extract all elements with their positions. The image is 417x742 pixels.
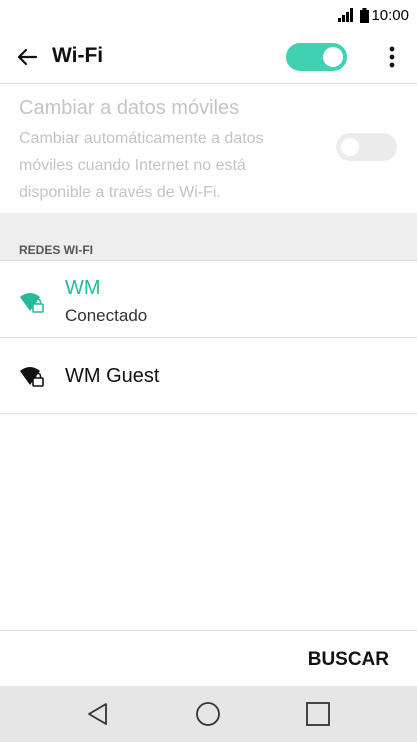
navigation-bar — [0, 686, 417, 742]
status-bar: 10:00 — [0, 0, 417, 30]
network-status: Conectado — [65, 306, 148, 325]
signal-icon — [338, 8, 354, 22]
nav-back-icon[interactable] — [84, 700, 112, 728]
toolbar: Wi-Fi — [0, 30, 417, 84]
network-item-wm-guest[interactable]: WM Guest — [0, 338, 417, 414]
wifi-toggle[interactable] — [286, 43, 347, 71]
bottom-action-bar: BUSCAR — [0, 630, 417, 686]
clock: 10:00 — [371, 6, 409, 24]
network-name: WM — [65, 277, 101, 299]
section-header: REDES WI-FI — [0, 213, 417, 261]
toggle-knob — [323, 47, 343, 67]
mobile-data-toggle[interactable] — [336, 133, 397, 161]
more-options-icon[interactable] — [380, 42, 404, 72]
mobile-data-description: Cambiar automáticamente a datos móviles … — [19, 130, 264, 201]
network-item-wm[interactable]: WM Conectado — [0, 261, 417, 338]
back-arrow-icon[interactable] — [12, 42, 42, 72]
battery-icon — [360, 7, 370, 23]
network-name: WM Guest — [65, 365, 160, 387]
wifi-locked-icon — [20, 293, 44, 313]
page-title: Wi-Fi — [52, 44, 104, 67]
scan-button[interactable]: BUSCAR — [308, 649, 389, 671]
section-header-label: REDES WI-FI — [19, 243, 93, 257]
nav-home-icon[interactable] — [194, 700, 222, 728]
wifi-locked-icon — [20, 367, 44, 387]
mobile-data-setting: Cambiar a datos móviles Cambiar automáti… — [0, 85, 417, 213]
mobile-data-title: Cambiar a datos móviles — [19, 97, 240, 119]
nav-recents-icon[interactable] — [304, 700, 332, 728]
toggle-knob — [341, 138, 359, 156]
